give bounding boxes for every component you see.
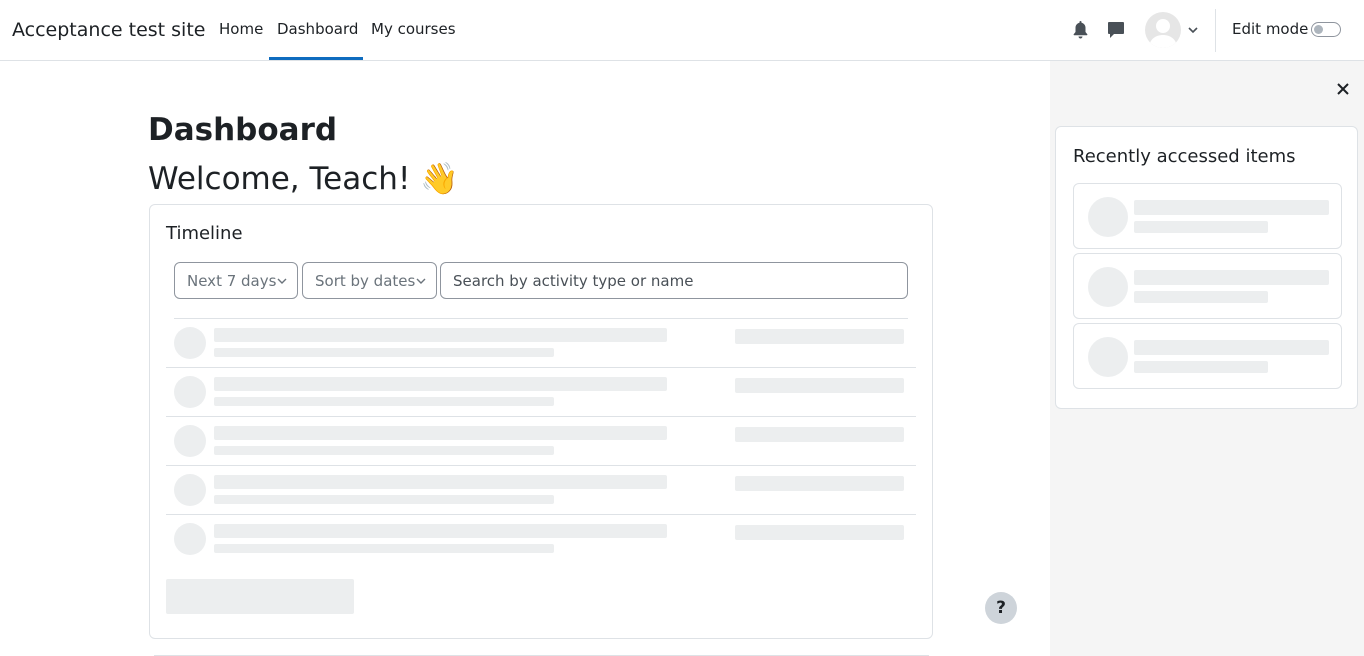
skeleton-line [1134, 221, 1268, 233]
skeleton-line [735, 378, 904, 393]
skeleton-avatar [1088, 197, 1128, 237]
skeleton-avatar [174, 425, 206, 457]
skeleton-avatar [1088, 337, 1128, 377]
skeleton-line [1134, 291, 1268, 303]
skeleton-line [735, 476, 904, 491]
recently-accessed-title: Recently accessed items [1073, 146, 1296, 167]
edit-mode-label: Edit mode [1232, 20, 1309, 38]
navbar: Acceptance test site Home Dashboard My c… [0, 0, 1364, 61]
skeleton-line [1134, 340, 1329, 355]
row-divider [166, 367, 916, 368]
chevron-down-icon [277, 278, 287, 284]
row-divider [166, 416, 916, 417]
timeline-block: Timeline Next 7 days Sort by dates Searc… [149, 204, 933, 639]
skeleton-line [214, 348, 554, 357]
row-divider [166, 465, 916, 466]
help-button[interactable]: ? [985, 592, 1017, 624]
skeleton-line [735, 427, 904, 442]
skeleton-line [214, 524, 667, 538]
chevron-down-icon [416, 278, 426, 284]
skeleton-line [214, 495, 554, 504]
bell-icon[interactable] [1072, 21, 1089, 39]
skeleton-line [1134, 200, 1329, 215]
nav-dashboard[interactable]: Dashboard [277, 20, 358, 38]
skeleton-line [214, 426, 667, 440]
skeleton-line [214, 377, 667, 391]
skeleton-line [1134, 270, 1329, 285]
skeleton-avatar [174, 327, 206, 359]
day-filter-select[interactable]: Next 7 days [174, 262, 298, 299]
sort-select[interactable]: Sort by dates [302, 262, 437, 299]
list-item [1073, 183, 1342, 249]
close-icon[interactable] [1336, 82, 1350, 96]
skeleton-button [166, 579, 354, 614]
day-filter-label: Next 7 days [187, 272, 277, 290]
skeleton-line [735, 329, 904, 344]
skeleton-avatar [174, 474, 206, 506]
nav-my-courses[interactable]: My courses [371, 20, 456, 38]
site-brand[interactable]: Acceptance test site [12, 19, 205, 41]
recently-accessed-block: Recently accessed items [1055, 126, 1358, 409]
skeleton-line [214, 397, 554, 406]
welcome-message: Welcome, Teach! 👋 [148, 161, 459, 197]
skeleton-avatar [174, 376, 206, 408]
edit-mode-toggle[interactable] [1311, 22, 1341, 37]
sort-label: Sort by dates [315, 272, 416, 290]
toggle-knob [1314, 25, 1323, 34]
nav-active-indicator [269, 57, 363, 60]
list-item [1073, 253, 1342, 319]
skeleton-line [735, 525, 904, 540]
right-drawer: Recently accessed items [1050, 61, 1364, 656]
skeleton-line [214, 475, 667, 489]
timeline-title: Timeline [166, 223, 243, 244]
skeleton-line [1134, 361, 1268, 373]
nav-home[interactable]: Home [219, 20, 263, 38]
skeleton-line [214, 544, 554, 553]
row-divider [166, 514, 916, 515]
chevron-down-icon[interactable] [1187, 24, 1199, 36]
list-item [1073, 323, 1342, 389]
user-avatar[interactable] [1145, 12, 1181, 48]
timeline-search-input[interactable]: Search by activity type or name [440, 262, 908, 299]
navbar-divider [1215, 9, 1216, 52]
user-silhouette-icon [1149, 19, 1177, 48]
chat-icon[interactable] [1107, 21, 1125, 39]
skeleton-line [214, 328, 667, 342]
page-title: Dashboard [148, 112, 338, 148]
skeleton-avatar [1088, 267, 1128, 307]
row-divider [174, 318, 908, 319]
skeleton-avatar [174, 523, 206, 555]
skeleton-line [214, 446, 554, 455]
